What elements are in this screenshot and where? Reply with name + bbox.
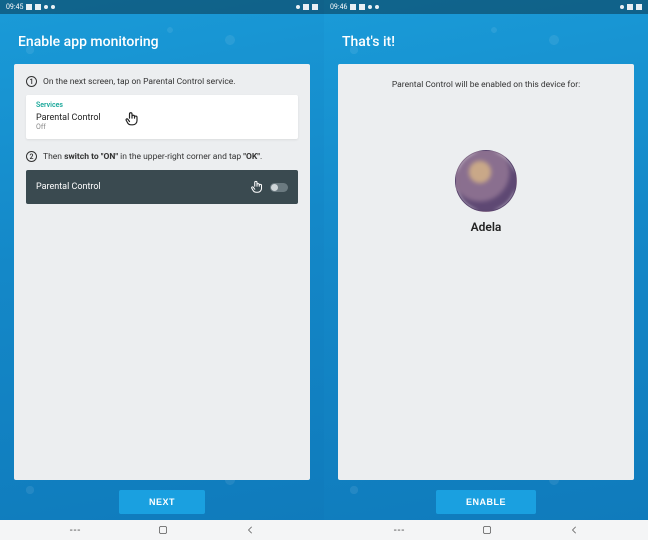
step-text: Then switch to "ON" in the upper-right c…: [43, 152, 262, 162]
status-icon: [368, 5, 372, 9]
status-clock: 09:45: [6, 3, 23, 11]
toggle-label: Parental Control: [36, 182, 101, 192]
footer-actions: ENABLE: [324, 480, 648, 520]
info-text: Parental Control will be enabled on this…: [350, 80, 622, 90]
toggle-switch-off: [270, 183, 288, 192]
footer-actions: NEXT: [0, 480, 324, 520]
step-number: 1: [26, 76, 37, 87]
page-title: Enable app monitoring: [18, 34, 306, 50]
status-icon: [26, 4, 32, 10]
step-number: 2: [26, 151, 37, 162]
page-header: That's it!: [324, 14, 648, 64]
content-card: 1 On the next screen, tap on Parental Co…: [14, 64, 310, 480]
services-section-label: Services: [36, 101, 288, 109]
status-clock: 09:46: [330, 3, 347, 11]
android-nav-bar: [0, 520, 324, 540]
screen-thats-it: 09:46 That's it! Parental Control will b…: [324, 0, 648, 540]
status-icon: [35, 4, 41, 10]
battery-icon: [636, 4, 642, 10]
wifi-icon: [296, 5, 300, 9]
status-bar: 09:46: [324, 0, 648, 14]
enable-button[interactable]: ENABLE: [436, 490, 536, 514]
profile: Adela: [350, 150, 622, 234]
signal-icon: [303, 4, 309, 10]
page-header: Enable app monitoring: [0, 14, 324, 64]
status-icon: [359, 4, 365, 10]
content-card: Parental Control will be enabled on this…: [338, 64, 634, 480]
service-name: Parental Control: [36, 113, 288, 123]
wifi-icon: [620, 5, 624, 9]
service-example-row: Services Parental Control Off: [26, 95, 298, 139]
page-title: That's it!: [342, 34, 630, 50]
back-button[interactable]: [244, 524, 256, 536]
back-button[interactable]: [568, 524, 580, 536]
screen-enable-monitoring: 09:45 Enable app monitoring 1 On the nex…: [0, 0, 324, 540]
battery-icon: [312, 4, 318, 10]
status-icon: [51, 5, 55, 9]
status-icon: [375, 5, 379, 9]
status-icon: [350, 4, 356, 10]
tap-hand-icon: [248, 178, 266, 196]
next-button[interactable]: NEXT: [119, 490, 205, 514]
step-1: 1 On the next screen, tap on Parental Co…: [26, 76, 298, 87]
profile-name: Adela: [471, 220, 502, 234]
step-text: On the next screen, tap on Parental Cont…: [43, 77, 236, 87]
recents-button[interactable]: [68, 523, 82, 537]
service-state: Off: [36, 123, 288, 131]
home-button[interactable]: [481, 524, 493, 536]
android-nav-bar: [324, 520, 648, 540]
status-bar: 09:45: [0, 0, 324, 14]
tap-hand-icon: [122, 109, 142, 133]
status-icon: [44, 5, 48, 9]
toggle-example-row: Parental Control: [26, 170, 298, 204]
home-button[interactable]: [157, 524, 169, 536]
profile-avatar: [455, 150, 517, 212]
signal-icon: [627, 4, 633, 10]
step-2: 2 Then switch to "ON" in the upper-right…: [26, 151, 298, 162]
recents-button[interactable]: [392, 523, 406, 537]
